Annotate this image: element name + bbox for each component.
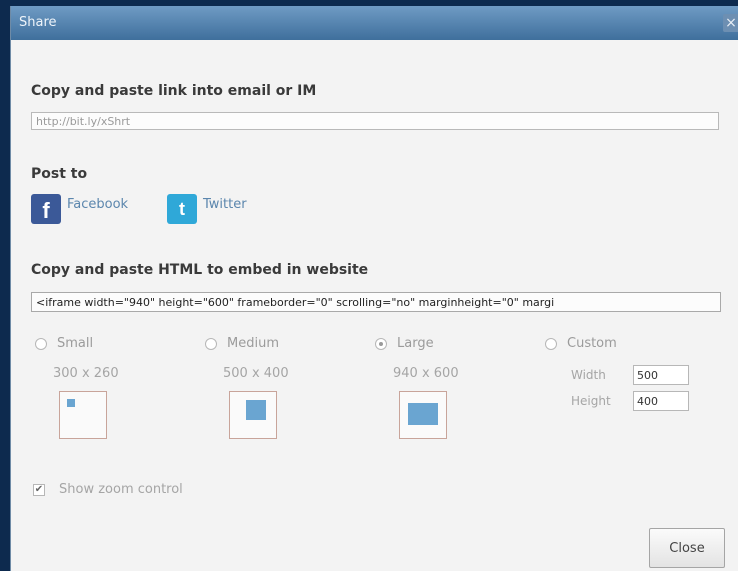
post-to-heading: Post to [31,166,88,182]
radio-large[interactable] [375,338,387,350]
radio-custom[interactable] [545,338,557,350]
thumb-fill [67,399,75,407]
link-input[interactable] [31,112,719,130]
facebook-label: Facebook [67,196,129,212]
twitter-link[interactable]: t Twitter [167,194,247,224]
radio-medium[interactable] [205,338,217,350]
dialog-title: Share [19,15,57,30]
twitter-label: Twitter [203,196,247,212]
size-dims-small: 300 x 260 [53,366,119,381]
custom-height-label: Height [571,394,611,408]
facebook-icon: f [31,194,61,224]
custom-height-input[interactable] [633,391,689,411]
embed-code-input[interactable] [31,292,721,312]
dialog-titlebar: Share × [11,6,738,40]
size-label-custom: Custom [567,336,617,351]
size-thumbnail-large [399,391,447,439]
radio-small[interactable] [35,338,47,350]
size-thumbnail-small [59,391,107,439]
share-dialog: Share × Copy and paste link into email o… [10,6,738,571]
zoom-control-label: Show zoom control [59,482,183,497]
size-label-small: Small [57,336,94,351]
size-dims-medium: 500 x 400 [223,366,289,381]
facebook-link[interactable]: f Facebook [31,194,128,224]
size-thumbnail-medium [229,391,277,439]
zoom-control-checkbox[interactable]: ✔ [33,484,45,496]
custom-width-label: Width [571,368,606,382]
size-dims-large: 940 x 600 [393,366,459,381]
thumb-fill [408,403,438,425]
thumb-fill [246,400,266,420]
twitter-icon: t [167,194,197,224]
close-button[interactable]: Close [649,528,725,568]
embed-heading: Copy and paste HTML to embed in website [31,262,369,278]
close-icon[interactable]: × [723,14,738,32]
link-heading: Copy and paste link into email or IM [31,83,317,99]
size-label-medium: Medium [227,336,279,351]
size-label-large: Large [397,336,434,351]
custom-width-input[interactable] [633,365,689,385]
